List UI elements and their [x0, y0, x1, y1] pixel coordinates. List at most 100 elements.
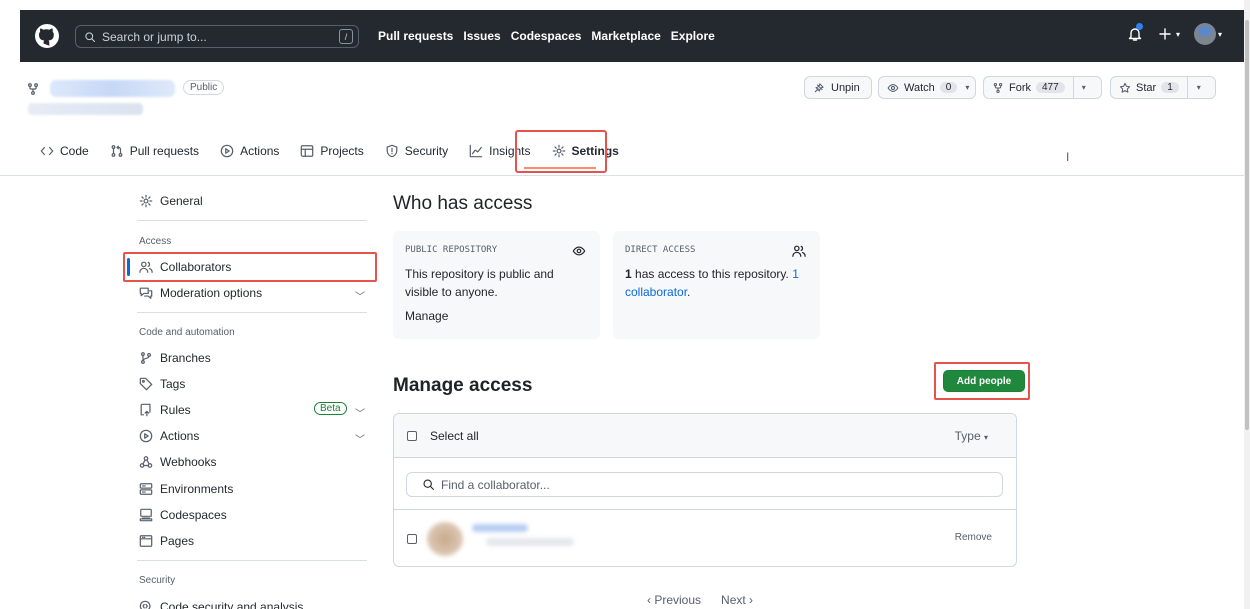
play-circle-icon	[220, 144, 234, 158]
find-placeholder: Find a collaborator...	[441, 477, 550, 492]
collaborator-name-blurred[interactable]	[472, 524, 528, 532]
global-nav-explore[interactable]: Explore	[671, 29, 715, 43]
select-all-checkbox[interactable]	[407, 430, 417, 441]
github-logo-icon[interactable]	[35, 24, 59, 48]
watch-label: Watch	[904, 81, 935, 94]
manage-link[interactable]: Manage	[405, 307, 588, 325]
eye-icon	[887, 82, 899, 94]
star-button[interactable]: Star 1	[1111, 77, 1187, 98]
sidebar-item-tags[interactable]: Tags	[139, 377, 185, 391]
tab-actions[interactable]: Actions	[220, 144, 279, 158]
scrollbar-thumb[interactable]	[1245, 20, 1249, 430]
previous-label: Previous	[654, 593, 702, 607]
repo-name-blurred[interactable]	[50, 80, 175, 97]
sidebar-item-label: Code security and analysis	[160, 600, 304, 609]
star-dropdown-chevron-icon[interactable]: ▾	[1188, 83, 1210, 92]
sidebar-item-rules[interactable]: Rules	[139, 403, 191, 417]
collaborators-table: Select all Type ▾ Find a collaborator...…	[393, 413, 1017, 567]
sidebar-item-webhooks[interactable]: Webhooks	[139, 455, 216, 469]
chevron-down-icon: ▾	[983, 432, 988, 442]
tab-code[interactable]: Code	[40, 144, 89, 158]
settings-tab-underline	[524, 167, 596, 169]
codespaces-icon	[139, 508, 153, 522]
pagination: ‹ Previous Next ›	[647, 593, 753, 607]
previous-page-button[interactable]: ‹ Previous	[647, 593, 701, 607]
sidebar-item-branches[interactable]: Branches	[139, 351, 211, 365]
unpin-button[interactable]: Unpin	[804, 76, 872, 99]
table-filter-row: Find a collaborator...	[394, 458, 1016, 510]
graph-icon	[469, 144, 483, 158]
user-avatar	[1193, 23, 1216, 45]
header-actions: ▾ ▾	[1127, 23, 1222, 45]
add-people-button[interactable]: Add people	[943, 370, 1025, 392]
create-new-plus-icon[interactable]: ▾	[1157, 26, 1180, 42]
sidebar-item-actions[interactable]: Actions	[139, 429, 199, 443]
sidebar-item-label: Codespaces	[160, 508, 227, 522]
star-button-group: Star 1 ▾	[1110, 76, 1216, 99]
tab-projects-label: Projects	[320, 144, 364, 158]
tag-icon	[139, 377, 153, 391]
play-circle-icon	[139, 429, 153, 443]
global-nav-codespaces[interactable]: Codespaces	[511, 29, 582, 43]
global-nav: Pull requests Issues Codespaces Marketpl…	[378, 29, 715, 43]
user-menu[interactable]: ▾	[1193, 23, 1222, 45]
collaborator-avatar-blurred	[427, 522, 463, 556]
sidebar-heading-access: Access	[139, 236, 172, 247]
repo-fork-icon	[26, 82, 40, 96]
global-nav-pull-requests[interactable]: Pull requests	[378, 29, 453, 43]
table-header: Select all Type ▾	[394, 414, 1016, 458]
sidebar-item-general[interactable]: General	[139, 194, 203, 208]
sidebar-heading-code-automation: Code and automation	[139, 327, 235, 338]
row-checkbox[interactable]	[407, 533, 417, 544]
collaborator-role-blurred	[486, 538, 574, 546]
global-nav-marketplace[interactable]: Marketplace	[591, 29, 660, 43]
star-count: 1	[1161, 82, 1179, 93]
card-label: PUBLIC REPOSITORY	[405, 245, 498, 255]
tab-pull-requests[interactable]: Pull requests	[110, 144, 199, 158]
table-row: Remove	[394, 510, 1016, 566]
tab-projects[interactable]: Projects	[300, 144, 364, 158]
sidebar-item-code-security[interactable]: Code security and analysis	[139, 600, 303, 609]
notifications-bell-icon[interactable]	[1127, 23, 1143, 42]
watch-button[interactable]: Watch 0 ▾	[878, 76, 976, 99]
eye-icon	[572, 244, 586, 258]
sidebar-item-label: Moderation options	[160, 286, 263, 300]
pin-icon	[813, 82, 825, 94]
collaborators-highlight	[123, 252, 377, 282]
sidebar-item-moderation-options[interactable]: Moderation options	[139, 286, 262, 300]
next-label: Next	[721, 593, 746, 607]
star-label: Star	[1136, 81, 1157, 94]
next-page-button[interactable]: Next ›	[721, 593, 753, 607]
fork-button[interactable]: Fork 477	[984, 77, 1073, 98]
sidebar-item-codespaces[interactable]: Codespaces	[139, 508, 227, 522]
global-nav-issues[interactable]: Issues	[463, 29, 500, 43]
fork-dropdown-chevron-icon[interactable]: ▾	[1074, 83, 1094, 92]
chevron-down-icon: ▾	[1217, 29, 1222, 39]
chevron-down-icon[interactable]: ﹀	[355, 431, 365, 446]
remove-collaborator-button[interactable]: Remove	[955, 532, 992, 543]
fork-count: 477	[1036, 82, 1065, 93]
chevron-down-icon[interactable]: ﹀	[355, 288, 365, 303]
search-shortcut-key: /	[339, 29, 353, 44]
search-icon	[422, 478, 435, 491]
access-text: has access to this repository.	[631, 267, 793, 281]
search-placeholder: Search or jump to...	[102, 29, 207, 44]
manage-access-title: Manage access	[393, 375, 533, 396]
unpin-label: Unpin	[831, 81, 860, 94]
type-filter-dropdown[interactable]: Type ▾	[955, 429, 988, 443]
tab-security[interactable]: Security	[385, 144, 448, 158]
page-scrollbar[interactable]	[1244, 0, 1250, 609]
active-item-indicator	[127, 258, 130, 276]
sidebar-item-pages[interactable]: Pages	[139, 534, 194, 548]
find-collaborator-input[interactable]: Find a collaborator...	[406, 472, 1003, 497]
public-repository-card: PUBLIC REPOSITORY This repository is pub…	[393, 231, 600, 339]
sidebar-item-label: Webhooks	[160, 455, 217, 469]
divider	[137, 560, 367, 561]
global-search-input[interactable]: Search or jump to... /	[75, 25, 359, 48]
search-icon	[84, 31, 96, 43]
chevron-down-icon[interactable]: ﹀	[355, 405, 365, 420]
divider	[137, 220, 367, 221]
sidebar-item-environments[interactable]: Environments	[139, 482, 233, 496]
codescan-icon	[139, 600, 153, 609]
git-branch-icon	[139, 351, 153, 365]
